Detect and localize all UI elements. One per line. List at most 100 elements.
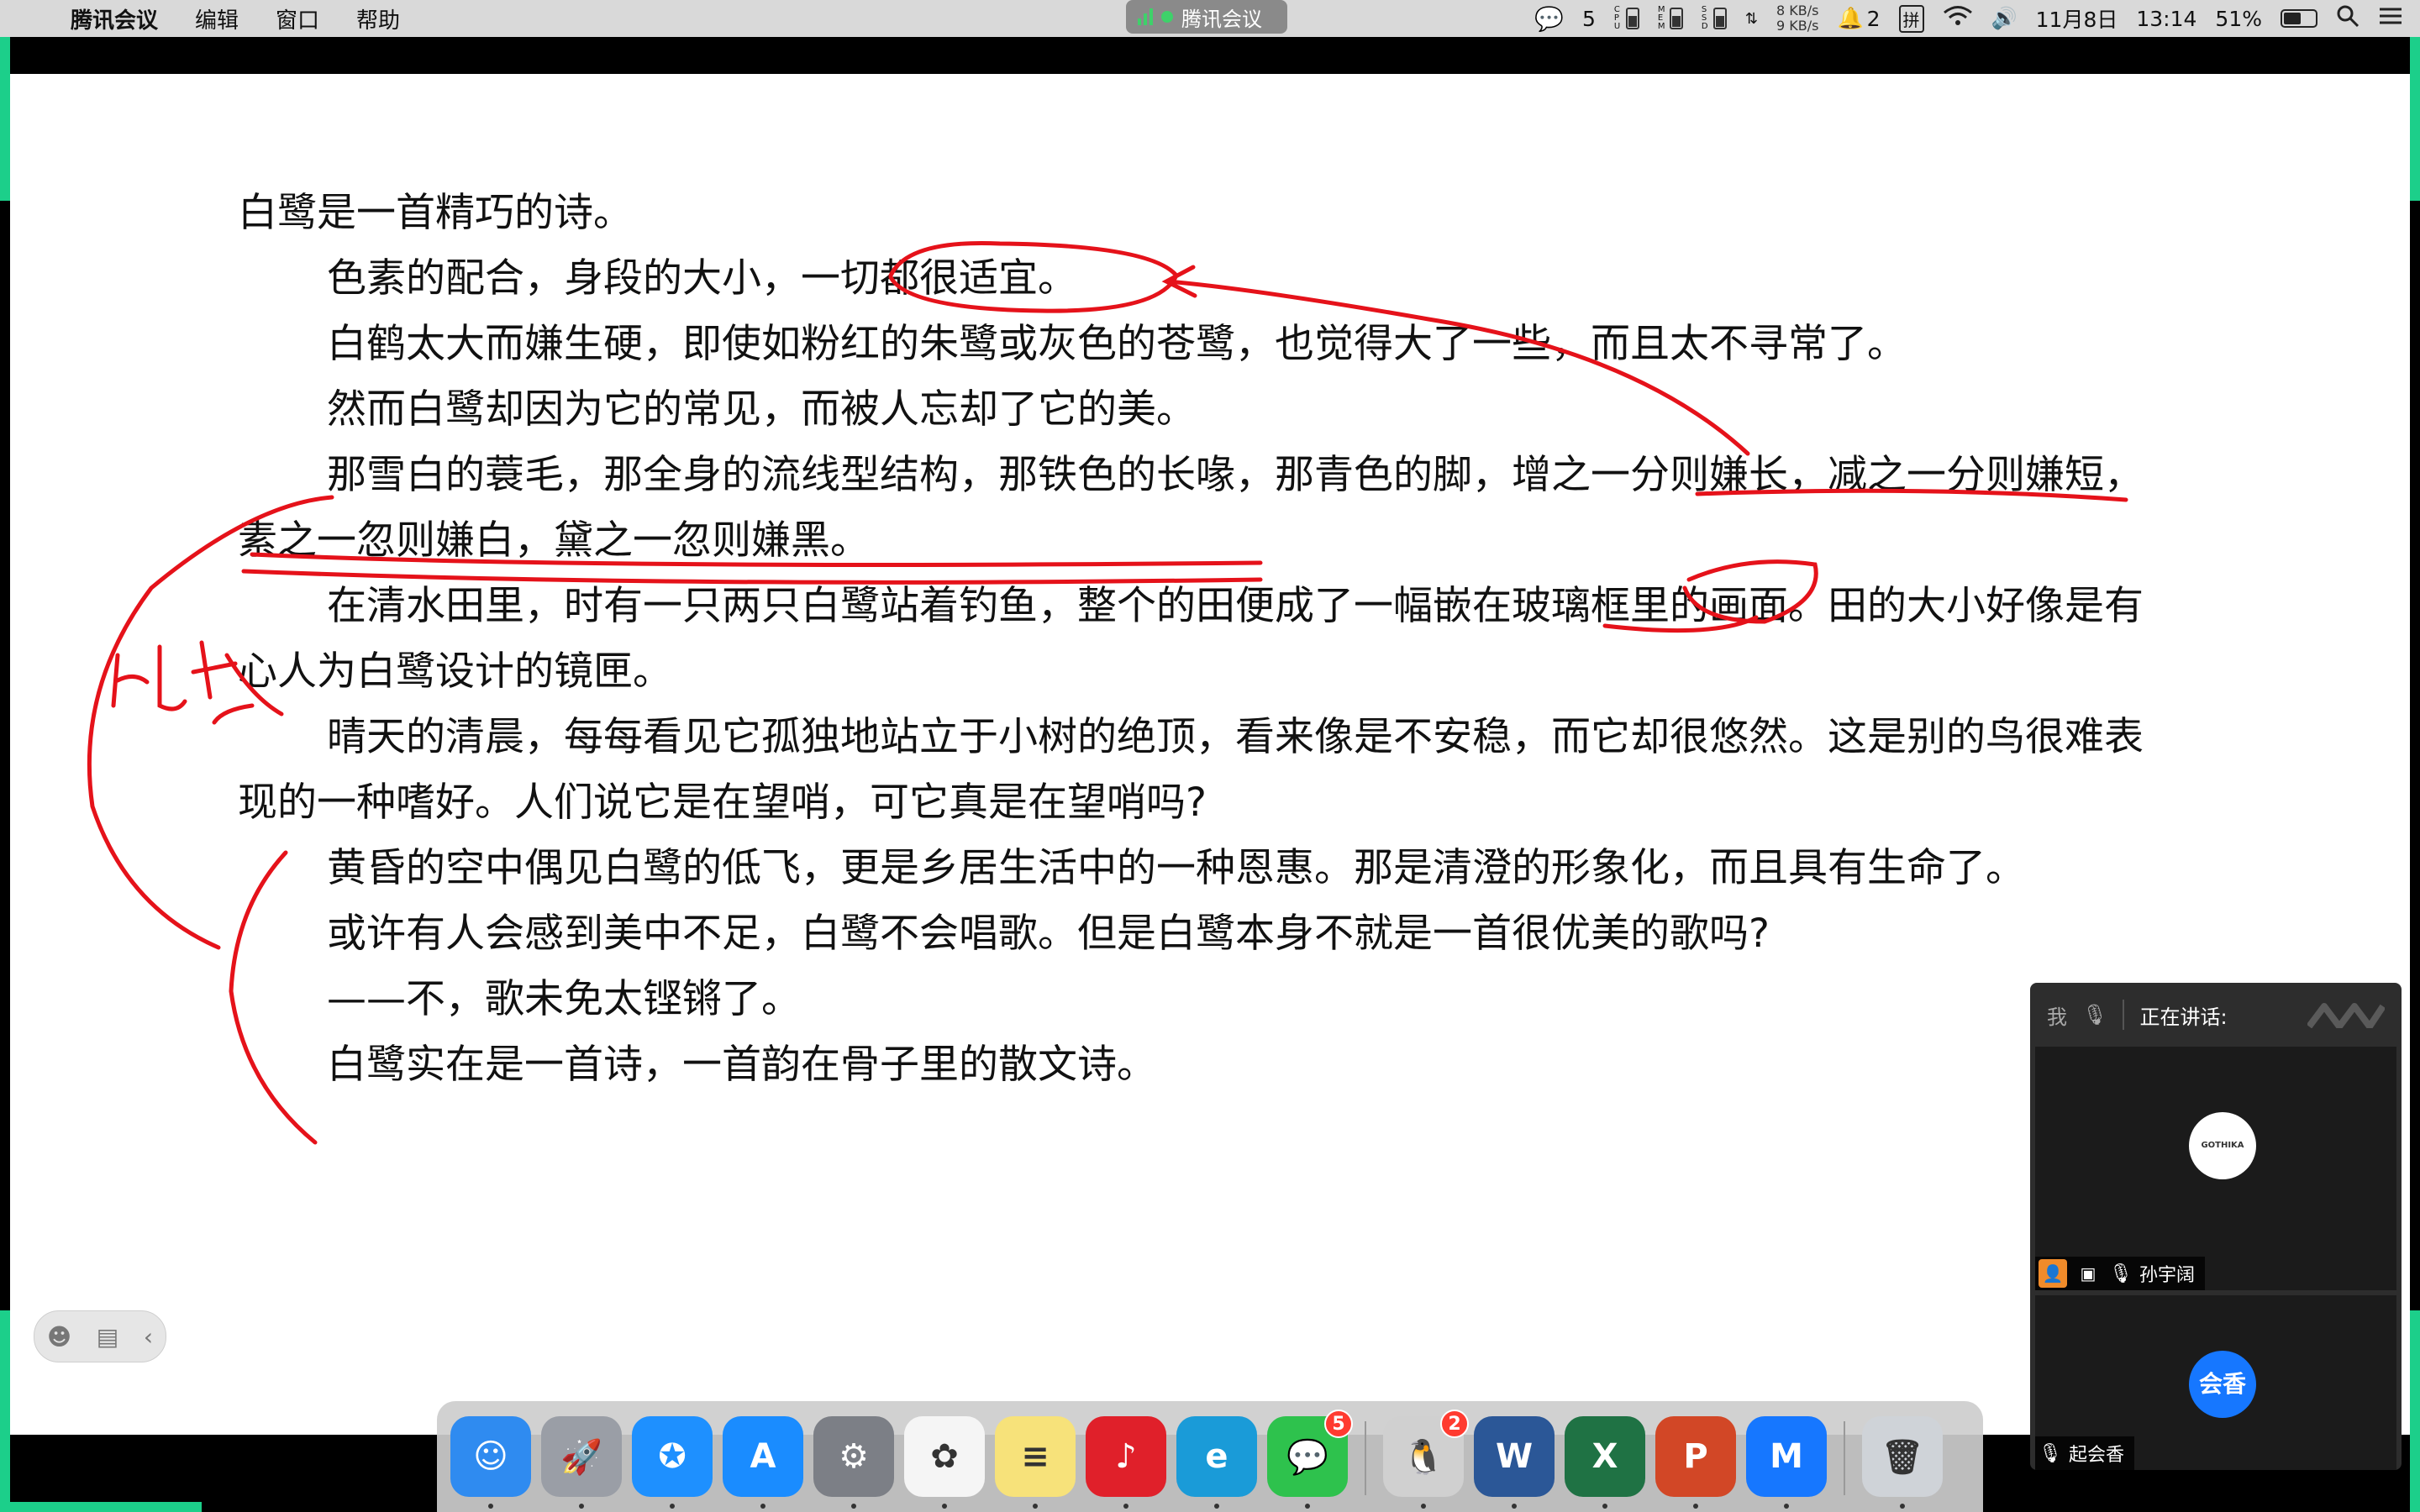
participant-namebar: 🎙 起会香: [2035, 1436, 2134, 1470]
dock-glyph: 🚀: [560, 1437, 602, 1477]
running-indicator: [1421, 1504, 1426, 1509]
menu-help[interactable]: 帮助: [356, 3, 400, 34]
running-indicator: [1033, 1504, 1038, 1509]
running-indicator: [1123, 1504, 1128, 1509]
doc-paragraph: 那雪白的蓑毛，那全身的流线型结构，那铁色的长喙，那青色的脚，增之一分则嫌长，减之…: [238, 452, 2144, 564]
emoji-icon[interactable]: ☻: [47, 1323, 71, 1351]
participant-panel: 我 🎙 正在讲话: GOTHIKA 👤 ▣ 🎙 孙宇阔 会香 🎙 起会香: [2030, 983, 2402, 1470]
mic-icon: 🎙: [2109, 1263, 2133, 1284]
participant-name: 孙宇阔: [2139, 1265, 2195, 1286]
music-icon[interactable]: ♪: [1086, 1416, 1166, 1497]
wechat-icon[interactable]: 💬 5: [1267, 1410, 1353, 1497]
volume-icon[interactable]: 🔊: [1991, 6, 2018, 31]
word-icon[interactable]: W: [1474, 1416, 1555, 1497]
dock-glyph: ✿: [930, 1437, 959, 1476]
menu-window[interactable]: 窗口: [276, 3, 319, 34]
running-indicator: [942, 1504, 947, 1509]
participant-namebar: 👤 ▣ 🎙 孙宇阔: [2035, 1257, 2205, 1290]
dock-glyph: W: [1495, 1437, 1534, 1476]
divider: [2123, 1000, 2125, 1030]
powerpoint-icon[interactable]: P: [1655, 1416, 1736, 1497]
finder-icon[interactable]: ☺: [450, 1416, 531, 1497]
dock-glyph: 🐧: [1402, 1437, 1444, 1477]
running-indicator: [1512, 1504, 1517, 1509]
doc-paragraph: 色素的配合，身段的大小，一切都很适宜。: [327, 255, 1077, 302]
running-indicator: [1693, 1504, 1698, 1509]
doc-paragraph: 白鹤太大而嫌生硬，即使如粉红的朱鹭或灰色的苍鹭，也觉得大了一些，而且太不寻常了。: [327, 321, 1907, 367]
running-indicator: [670, 1504, 675, 1509]
notification-indicator[interactable]: 🔔 2: [1837, 6, 1880, 31]
wifi-icon[interactable]: [1943, 5, 1973, 32]
mic-icon: 🎙: [2039, 1442, 2062, 1464]
dock-separator: [1365, 1421, 1366, 1495]
cpu-meter[interactable]: CPU: [1614, 6, 1639, 31]
network-speed[interactable]: 8 KB/s 9 KB/s: [1776, 3, 1818, 34]
clock-date[interactable]: 11月8日: [2036, 3, 2118, 34]
ssd-meter[interactable]: SSD: [1702, 6, 1727, 31]
doc-paragraph: 然而白鹭却因为它的常见，而被人忘却了它的美。: [327, 386, 1196, 433]
gear-icon[interactable]: ⚙: [813, 1416, 894, 1497]
notification-count: 2: [1866, 6, 1881, 31]
dock-glyph: ♪: [1115, 1437, 1137, 1476]
dock-glyph: ✪: [658, 1437, 687, 1476]
mic-icon[interactable]: 🎙: [2082, 1003, 2107, 1026]
appstore-icon[interactable]: A: [723, 1416, 803, 1497]
meeting-logo-icon: [2307, 1003, 2385, 1028]
share-border: [0, 1502, 202, 1512]
running-indicator: [1602, 1504, 1607, 1509]
doc-paragraph: 或许有人会感到美中不足，白鹭不会唱歌。但是白鹭本身不就是一首很优美的歌吗?: [327, 911, 1770, 957]
dock-glyph: X: [1591, 1437, 1618, 1476]
share-border: [0, 37, 10, 201]
input-method-icon[interactable]: 拼: [1898, 4, 1924, 33]
running-indicator: [1305, 1504, 1310, 1509]
menu-edit[interactable]: 编辑: [195, 3, 239, 34]
photos-icon[interactable]: ✿: [904, 1416, 985, 1497]
dock-glyph: ☺: [473, 1437, 508, 1476]
running-indicator: [1900, 1504, 1905, 1509]
meeting-status-label: 腾讯会议: [1181, 7, 1262, 31]
wechat-status-icon[interactable]: 💬: [1534, 5, 1564, 33]
mem-meter[interactable]: MEM: [1658, 6, 1683, 31]
collapse-chevron-icon[interactable]: ‹: [144, 1323, 153, 1351]
avatar: GOTHIKA: [2189, 1112, 2256, 1179]
doc-paragraph: ——不，歌未免太铿锵了。: [327, 976, 801, 1022]
dock-glyph: M: [1770, 1437, 1803, 1476]
penguin-icon[interactable]: 🐧 2: [1383, 1410, 1469, 1497]
participant-tile[interactable]: 会香 🎙 起会香: [2035, 1295, 2396, 1470]
edge-icon[interactable]: e: [1176, 1416, 1257, 1497]
dock-glyph: ≡: [1021, 1437, 1050, 1476]
notes-icon[interactable]: ≡: [995, 1416, 1076, 1497]
battery-icon[interactable]: [2281, 9, 2317, 28]
trash-icon[interactable]: 🗑: [1862, 1416, 1943, 1497]
self-label: 我: [2047, 1005, 2067, 1029]
control-center-icon[interactable]: [2378, 5, 2403, 32]
participant-name: 起会香: [2068, 1445, 2124, 1466]
network-arrows-icon: ⇅: [1744, 9, 1758, 28]
menu-app-name[interactable]: 腾讯会议: [71, 3, 158, 34]
doc-paragraph: 白鹭实在是一首诗，一首韵在骨子里的散文诗。: [327, 1042, 1156, 1088]
search-icon[interactable]: [2336, 4, 2360, 33]
chat-icon[interactable]: ▤: [97, 1323, 118, 1351]
wechat-count: 5: [1582, 6, 1596, 31]
host-icon: 👤: [2039, 1259, 2067, 1288]
compass-icon[interactable]: ✪: [632, 1416, 713, 1497]
excel-icon[interactable]: X: [1565, 1416, 1645, 1497]
battery-percent[interactable]: 51%: [2215, 7, 2262, 31]
running-indicator: [851, 1504, 856, 1509]
panel-header: 我 🎙 正在讲话:: [2030, 983, 2402, 1047]
clock-time[interactable]: 13:14: [2136, 7, 2196, 31]
floating-toolbar: ☻ ▤ ‹: [34, 1310, 166, 1362]
notification-badge: 2: [1440, 1410, 1469, 1438]
ssd-meter-icon: [1712, 8, 1727, 29]
dock-glyph: e: [1205, 1437, 1228, 1476]
meeting-icon[interactable]: M: [1746, 1416, 1827, 1497]
document-text: 白鹭是一首精巧的诗。 色素的配合，身段的大小，一切都很适宜。 白鹤太大而嫌生硬，…: [238, 181, 2154, 1098]
participant-tile[interactable]: GOTHIKA 👤 ▣ 🎙 孙宇阔: [2035, 1047, 2396, 1290]
recording-dot-icon: [1161, 11, 1173, 23]
running-indicator: [579, 1504, 584, 1509]
meeting-status-pill[interactable]: 腾讯会议: [1126, 0, 1287, 34]
avatar: 会香: [2189, 1351, 2256, 1418]
cpu-meter-icon: [1625, 8, 1639, 29]
rocket-icon[interactable]: 🚀: [541, 1416, 622, 1497]
doc-paragraph: 黄昏的空中偶见白鹭的低飞，更是乡居生活中的一种恩惠。那是清澄的形象化，而且具有生…: [327, 845, 2025, 891]
